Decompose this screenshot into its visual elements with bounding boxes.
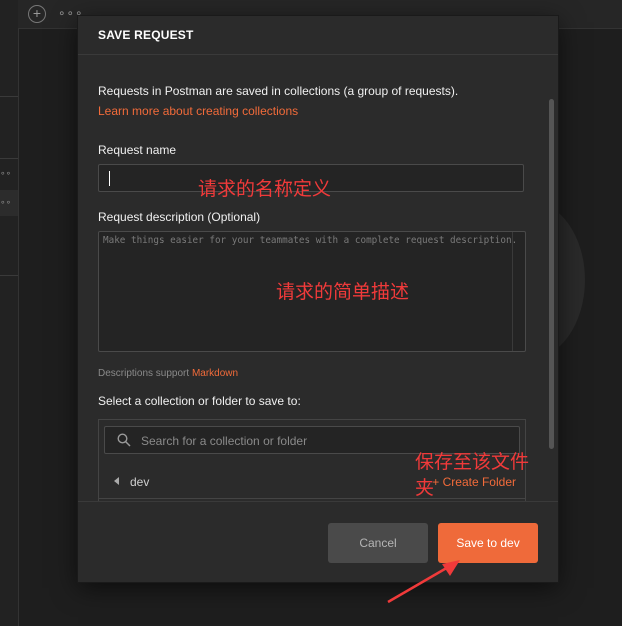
modal-footer: Cancel Save to dev (78, 501, 558, 583)
learn-more-link[interactable]: Learn more about creating collections (98, 104, 298, 118)
folder-name: dev (130, 475, 150, 489)
search-placeholder: Search for a collection or folder (141, 434, 308, 448)
arrow-annotation (387, 560, 460, 604)
markdown-note: Descriptions support Markdown (98, 368, 238, 379)
intro-text: Requests in Postman are saved in collect… (98, 84, 459, 98)
annotation-request-name: 请求的名称定义 (198, 178, 332, 200)
sidebar-divider (0, 275, 18, 276)
textarea-scrollbar[interactable] (512, 232, 525, 351)
save-to-label: Select a collection or folder to save to… (98, 394, 301, 408)
plus-circle-icon: + (28, 5, 46, 23)
annotation-save-folder-line2: 夹 (415, 477, 435, 499)
request-name-label: Request name (98, 143, 177, 157)
modal-scrollbar[interactable] (549, 99, 554, 449)
markdown-link[interactable]: Markdown (192, 368, 238, 379)
caret-left-icon[interactable] (114, 477, 119, 485)
modal-body: Requests in Postman are saved in collect… (78, 55, 558, 501)
background-sidebar: ∘∘ ∘∘ (0, 0, 19, 626)
modal-header: SAVE REQUEST (78, 16, 558, 55)
text-caret (109, 171, 110, 186)
annotation-request-description: 请求的简单描述 (276, 281, 410, 303)
more-icon: ∘∘ (0, 168, 12, 178)
more-icon: ∘∘ (0, 197, 12, 207)
search-icon (117, 433, 131, 447)
request-description-label: Request description (Optional) (98, 210, 261, 224)
description-placeholder: Make things easier for your teammates wi… (103, 235, 518, 246)
sidebar-divider (0, 158, 18, 159)
annotation-save-folder-line1: 保存至该文件 (415, 451, 530, 473)
sidebar-divider (0, 96, 18, 97)
modal-title: SAVE REQUEST (98, 28, 194, 42)
markdown-note-text: Descriptions support (98, 368, 190, 379)
create-folder-link[interactable]: + Create Folder (432, 475, 516, 489)
